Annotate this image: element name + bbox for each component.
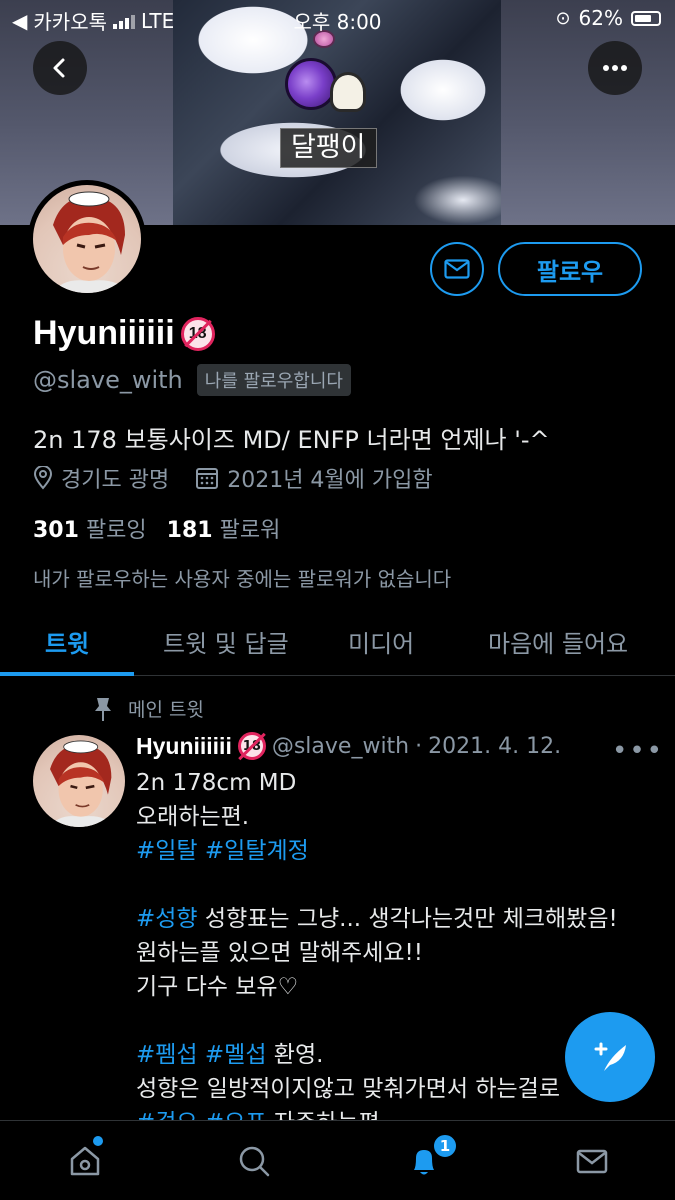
- tweet-more-icon[interactable]: •••: [612, 736, 664, 766]
- tweet-author-name[interactable]: Hyuniiiiii: [136, 733, 232, 760]
- bottom-navigation: [0, 1120, 675, 1200]
- envelope-icon: [576, 1149, 608, 1174]
- tweet-line: 원하는플 있으면 말해주세요!!: [136, 940, 423, 966]
- tab-likes[interactable]: 마음에 들어요: [488, 624, 628, 659]
- joined-item: 2021년 4월에 가입함: [195, 462, 433, 494]
- tweet-author-handle: @slave_with: [271, 733, 410, 759]
- home-new-content-dot: [93, 1136, 103, 1146]
- followers-stat[interactable]: 181 팔로워: [167, 512, 281, 544]
- no-under-18-icon: 18: [180, 316, 215, 351]
- tweet-avatar[interactable]: [33, 735, 125, 827]
- hashtag-link[interactable]: #일탈: [136, 838, 198, 864]
- location-pin-icon: [33, 466, 53, 490]
- hashtag-link[interactable]: #성향: [136, 906, 198, 932]
- nav-search[interactable]: [232, 1139, 276, 1183]
- pinned-label: 메인 트윗: [128, 699, 204, 721]
- hashtag-link[interactable]: #일탈계정: [205, 838, 309, 864]
- profile-tabs: 트윗 트윗 및 답글 미디어 마음에 들어요: [0, 612, 675, 676]
- tweet-text: 환영.: [266, 1042, 324, 1068]
- no-under-18-icon: 18: [237, 732, 266, 760]
- compose-tweet-button[interactable]: [565, 1012, 655, 1102]
- follows-you-badge: 나를 팔로우합니다: [196, 364, 351, 396]
- location-text: 경기도 광명: [61, 468, 170, 493]
- followers-count: 181: [166, 518, 213, 543]
- pin-icon: [95, 697, 111, 721]
- handle-row: @slave_with 나를 팔로우합니다: [33, 364, 351, 396]
- snail-body-graphic: [330, 72, 366, 112]
- follow-button[interactable]: 팔로우: [498, 242, 642, 296]
- search-icon: [239, 1146, 270, 1177]
- more-horizontal-icon: [603, 65, 627, 71]
- following-label: 팔로잉: [85, 518, 147, 543]
- status-right: ⊙ 62%: [555, 6, 661, 30]
- notification-count-badge: 1: [432, 1133, 458, 1159]
- follow-stats: 301 팔로잉 181 팔로워: [33, 512, 280, 544]
- envelope-icon: [444, 259, 470, 279]
- tab-tweets-and-replies[interactable]: 트윗 및 답글: [163, 624, 289, 659]
- location-item: 경기도 광명: [33, 462, 169, 494]
- profile-meta: 경기도 광명 2021년 4월에 가입함: [33, 462, 451, 494]
- banner-name-tag: 달팽이: [280, 128, 377, 168]
- tweet-text: 성향표는 그냥... 생각나는것만 체크해봤음!: [197, 906, 618, 932]
- message-button[interactable]: [430, 242, 484, 296]
- nav-home[interactable]: [63, 1139, 107, 1183]
- display-name-row: Hyuniiiiii 18: [33, 314, 215, 353]
- tweet-line: #일탈 #일탈계정: [136, 834, 656, 868]
- following-count: 301: [33, 518, 79, 543]
- calendar-icon: [196, 468, 219, 489]
- tweet-line: 2n 178cm MD: [136, 770, 297, 796]
- avatar-illustration: [53, 191, 129, 293]
- profile-avatar[interactable]: [28, 180, 146, 298]
- battery-icon: [631, 10, 661, 26]
- following-stat[interactable]: 301 팔로잉: [33, 512, 147, 544]
- tweet-line: #성향 성향표는 그냥... 생각나는것만 체크해봤음!: [136, 902, 656, 936]
- profile-screen: 달팽이 ◀ 카카오톡 LTE 오후 8:00 ⊙ 62% 팔로우 Hyuniii…: [0, 0, 675, 1200]
- hashtag-link[interactable]: #펨섭: [136, 1042, 198, 1068]
- hashtag-link[interactable]: #멜섭: [205, 1042, 267, 1068]
- user-handle: @slave_with: [33, 366, 183, 394]
- tab-tweets[interactable]: 트윗: [45, 624, 89, 659]
- compose-feather-icon: [594, 1042, 626, 1071]
- tweet-line: 오래하는편.: [136, 804, 250, 830]
- tweet-header: Hyuniiiiii 18 @slave_with · 2021. 4. 12.: [136, 732, 561, 760]
- battery-percent: 62%: [578, 6, 623, 30]
- tweet-date: 2021. 4. 12.: [428, 733, 562, 759]
- tweet-avatar-illustration: [50, 740, 115, 827]
- status-bar: ◀ 카카오톡 LTE 오후 8:00 ⊙ 62%: [0, 0, 675, 36]
- joined-date-text: 2021년 4월에 가입함: [227, 468, 433, 493]
- active-tab-indicator: [0, 672, 134, 676]
- display-name: Hyuniiiiii: [33, 314, 175, 352]
- back-button[interactable]: [33, 41, 87, 95]
- tweet-separator: ·: [415, 733, 423, 759]
- tweet-line: 기구 다수 보유♡: [136, 974, 299, 1000]
- profile-bio: 2n 178 보통사이즈 MD/ ENFP 너라면 언제나 '-^: [33, 426, 550, 454]
- mutual-followers-note: 내가 팔로우하는 사용자 중에는 팔로워가 없습니다: [33, 567, 452, 591]
- orientation-lock-icon: ⊙: [555, 7, 571, 29]
- followers-label: 팔로워: [219, 518, 281, 543]
- chevron-left-icon: [53, 58, 65, 78]
- tab-media[interactable]: 미디어: [348, 624, 414, 659]
- more-options-button[interactable]: [588, 41, 642, 95]
- pinned-label-row: 메인 트윗: [92, 695, 204, 722]
- home-icon: [70, 1146, 100, 1176]
- nav-messages[interactable]: [570, 1139, 614, 1183]
